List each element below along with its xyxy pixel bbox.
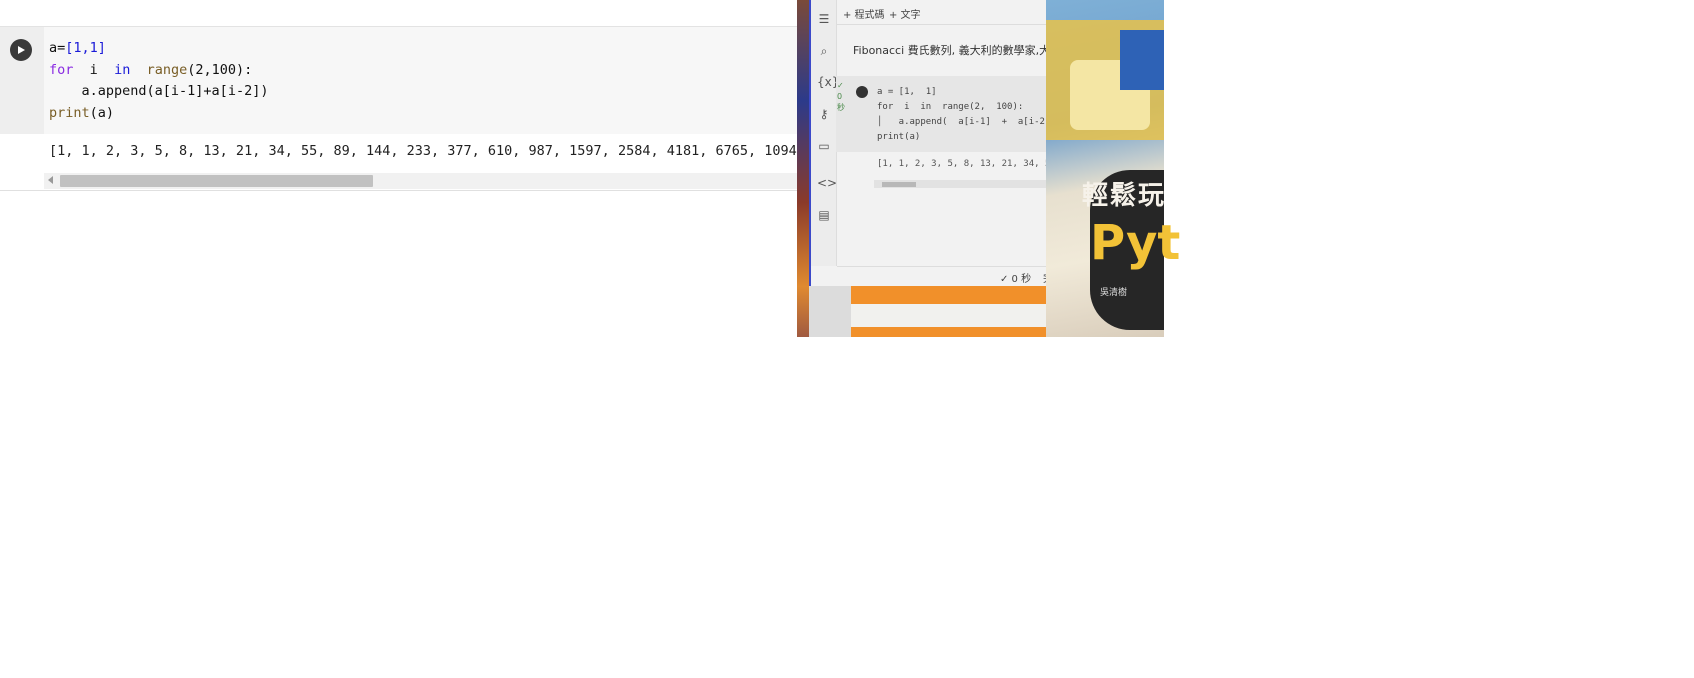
colab-status-bar: ✓ 0 秒 完 <box>837 266 1053 287</box>
cell-output: [1, 1, 2, 3, 5, 8, 13, 21, 34, 55, 89, 1… <box>49 143 805 159</box>
code-token: i <box>89 61 98 78</box>
play-icon <box>18 46 25 54</box>
colab-toolbar: + 程式碼 + 文字 <box>837 0 1046 25</box>
code-token: for <box>49 61 74 78</box>
book-author: 吳清樹 <box>1100 288 1128 298</box>
status-check: ✓ 0 秒 <box>1000 274 1032 285</box>
add-text-button[interactable]: + 文字 <box>889 6 921 21</box>
code-token: [1,1] <box>65 40 106 56</box>
notebook-top-toolbar <box>0 0 800 27</box>
book-title: 輕鬆玩 <box>1082 181 1167 211</box>
desk-area <box>809 286 851 337</box>
colab-sidebar <box>811 0 837 266</box>
terminal-icon[interactable]: ▤ <box>817 208 831 222</box>
colab-scroll-thumb <box>882 182 916 187</box>
book-blue-panel <box>1120 30 1164 90</box>
code-token: a.append(a[i-1]+a[i-2]) <box>81 83 269 99</box>
colab-run-icon <box>856 86 868 98</box>
code-token: print <box>49 104 90 121</box>
list-icon[interactable]: ☰ <box>817 12 831 26</box>
colab-text-cell: Fibonacci 費氏數列, 義大利的數學家,大自然 <box>853 44 1046 57</box>
search-icon[interactable]: ⌕ <box>817 44 831 58</box>
code-token: in <box>114 61 131 78</box>
code-editor[interactable]: a=[1,1] for i in range(2,100): a.append(… <box>49 38 268 124</box>
key-icon[interactable]: ⚷ <box>817 107 831 121</box>
scroll-left-icon[interactable] <box>48 176 53 184</box>
cell-divider <box>0 190 800 191</box>
orange-bar-bottom <box>851 327 1046 337</box>
run-cell-button[interactable] <box>10 39 32 61</box>
colab-code: a = [1, 1] for i in range(2, 100): │ a.a… <box>877 87 1067 142</box>
photo-edge <box>797 0 809 337</box>
scrollbar-thumb[interactable] <box>60 175 373 187</box>
cell-status-text: ✓ 0 秒 <box>837 81 845 112</box>
beige-row <box>851 304 1046 327</box>
add-code-button[interactable]: + 程式碼 <box>843 6 885 21</box>
code-token: a= <box>49 40 66 56</box>
code-token: (a) <box>89 104 115 121</box>
code-token: range <box>146 61 188 78</box>
orange-bar <box>851 286 1046 304</box>
variables-icon[interactable]: {x} <box>817 75 839 89</box>
code-icon[interactable]: <> <box>817 176 837 190</box>
book-python-text: Pyt <box>1090 215 1181 271</box>
code-token: (2,100): <box>187 61 253 78</box>
cell-status: ✓ 0 秒 <box>836 76 848 152</box>
folder-icon[interactable]: ▭ <box>817 139 831 153</box>
